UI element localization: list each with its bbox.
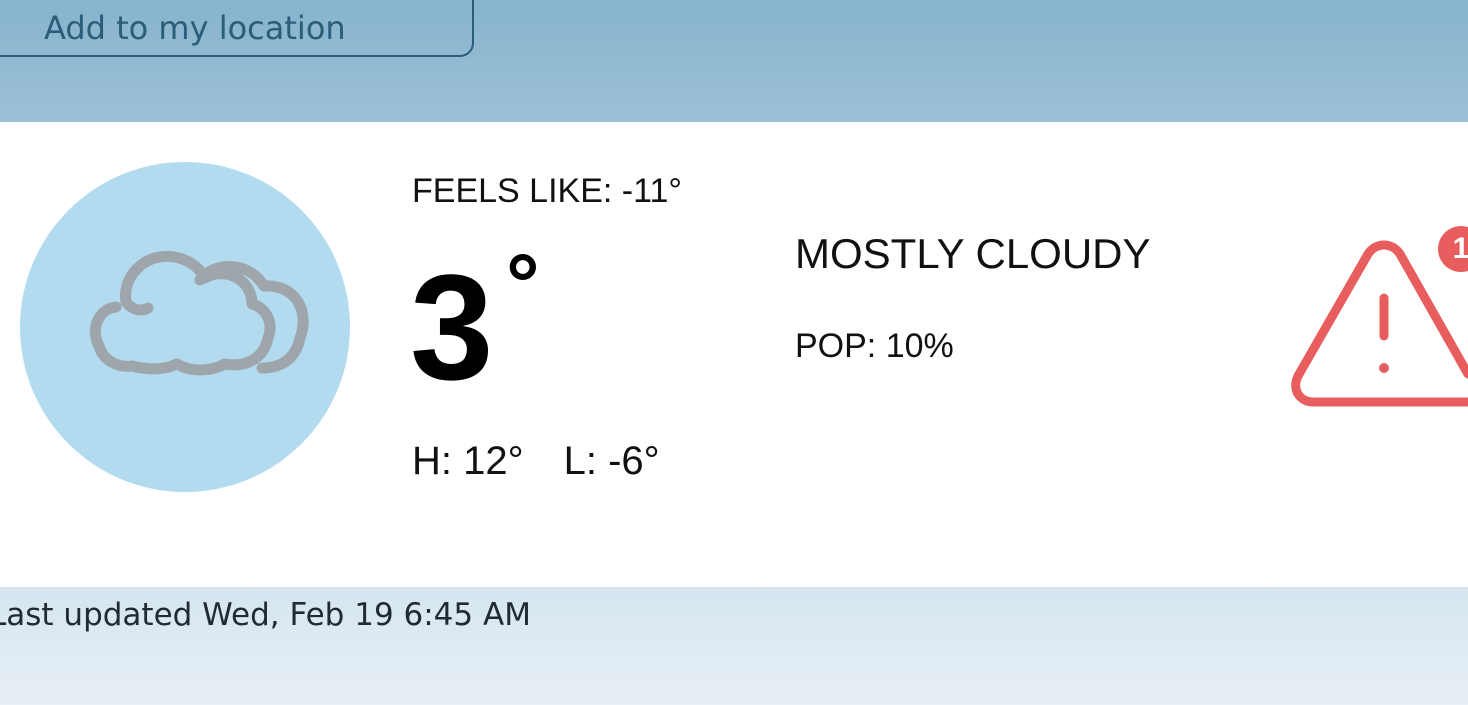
current-temperature: 3 ° xyxy=(410,242,540,402)
condition-icon-circle xyxy=(20,162,350,492)
temperature-value: 3 xyxy=(410,243,494,411)
high-temperature: H: 12° xyxy=(412,439,524,483)
cloud-icon xyxy=(89,250,309,376)
add-to-my-location-button[interactable]: Add to my location xyxy=(0,0,474,57)
feels-like-label: FEELS LIKE: -11° xyxy=(412,172,682,210)
probability-of-precipitation: POP: 10% xyxy=(795,327,954,365)
degree-symbol: ° xyxy=(506,237,540,331)
current-conditions-card: FEELS LIKE: -11° 3 ° H: 12° L: -6° MOSTLY… xyxy=(0,122,1468,587)
high-low-temperatures: H: 12° L: -6° xyxy=(412,439,660,484)
low-temperature: L: -6° xyxy=(563,439,660,483)
condition-text: MOSTLY CLOUDY xyxy=(795,230,1151,277)
footer-band: Last updated Wed, Feb 19 6:45 AM xyxy=(0,587,1468,705)
last-updated-text: Last updated Wed, Feb 19 6:45 AM xyxy=(0,597,531,633)
weather-alert-button[interactable]: 1 xyxy=(1290,226,1468,416)
header-band: Add to my location xyxy=(0,0,1468,122)
